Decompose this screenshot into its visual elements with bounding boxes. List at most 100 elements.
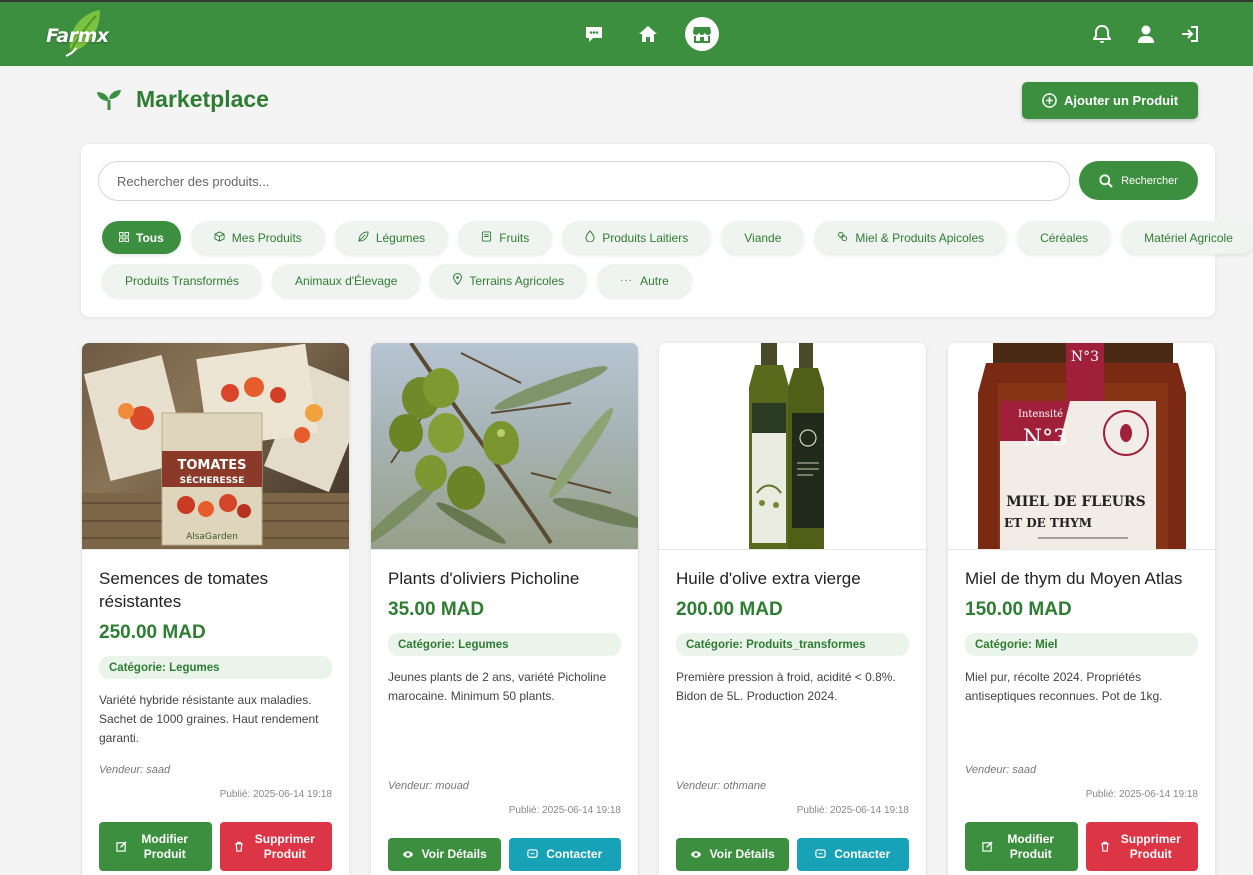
product-description: Variété hybride résistante aux maladies.… (99, 693, 319, 745)
add-product-label: Ajouter un Produit (1063, 93, 1179, 108)
filter-label: Produits Laitiers (602, 230, 689, 245)
filter-label: Produits Transformés (125, 273, 240, 288)
product-name: Huile d'olive extra vierge (676, 569, 861, 588)
published-date: Publié: 2025-06-14 19:18 (508, 805, 621, 816)
farmx-logo[interactable]: Farmx (46, 8, 110, 62)
filter-label: Matériel Agricole (1144, 230, 1233, 245)
filter-label: Tous (136, 230, 164, 245)
olive-branch-image (371, 343, 638, 546)
profile-button[interactable] (1135, 20, 1157, 48)
notifications-button[interactable] (1091, 20, 1113, 48)
edit-product-button[interactable]: Modifier Produit (99, 822, 212, 871)
filter-cereales[interactable]: Céréales (1017, 221, 1112, 254)
product-card-body: Huile d'olive extra vierge 200.00 MAD Ca… (676, 567, 909, 875)
packet-subtitle: SÉCHERESSE (180, 474, 245, 486)
product-card: TOMATES SÉCHERESSE AlsaGarden Semences d… (82, 343, 349, 875)
packet-title: TOMATES (177, 458, 246, 473)
trash-icon (235, 841, 243, 852)
view-details-button[interactable]: Voir Détails (388, 838, 501, 871)
marketplace-nav-button[interactable] (685, 17, 719, 51)
button-label: Contacter (834, 847, 891, 861)
button-label: Supprimer Produit (254, 831, 315, 861)
chat-nav-button[interactable] (577, 17, 611, 51)
published-date: Publié: 2025-06-14 19:18 (1085, 789, 1198, 800)
product-description: Première pression à froid, acidité < 0.8… (676, 670, 896, 703)
packet-brand: AlsaGarden (186, 532, 238, 542)
button-label: Supprimer Produit (1120, 831, 1181, 861)
home-nav-button[interactable] (631, 17, 665, 51)
search-button[interactable]: Rechercher (1079, 161, 1198, 200)
chat-icon (586, 27, 602, 42)
filter-label: Fruits (499, 230, 530, 245)
jar-number-label: N°3 (1023, 426, 1067, 451)
contact-button[interactable]: Contacter (508, 838, 621, 871)
product-card: Huile d'olive extra vierge 200.00 MAD Ca… (659, 343, 926, 875)
search-filter-panel: Rechercher Tous Mes Produits Légumes (81, 144, 1253, 317)
product-card: N°3 Intensité N°3 MIEL DE FLEURS ET DE T… (948, 343, 1215, 875)
filter-label: Légumes (375, 230, 426, 245)
filter-tous[interactable]: Tous (102, 221, 181, 254)
filter-label: Animaux d'Élevage (295, 273, 398, 288)
filter-terrains-agricoles[interactable]: Terrains Agricoles (430, 264, 588, 297)
vendor-name: Vendeur: saad (99, 764, 171, 776)
filter-label: Mes Produits (231, 230, 302, 245)
pin-icon (453, 273, 463, 288)
message-icon (815, 849, 826, 858)
product-image[interactable]: N°3 Intensité N°3 MIEL DE FLEURS ET DE T… (948, 343, 1215, 550)
edit-icon (116, 841, 127, 852)
filter-materiel-agricole[interactable]: Matériel Agricole (1121, 221, 1253, 254)
bell-icon (1093, 24, 1111, 43)
filter-legumes[interactable]: Légumes (334, 221, 449, 254)
filter-miel[interactable]: Miel & Produits Apicoles (814, 221, 1008, 254)
vendor-name: Vendeur: mouad (388, 780, 469, 792)
filter-label: Viande (744, 230, 782, 245)
apple-icon (481, 230, 492, 245)
home-icon (639, 26, 657, 42)
published-date: Publié: 2025-06-14 19:18 (796, 805, 909, 816)
jar-number: N°3 (1071, 349, 1099, 365)
search-input[interactable] (98, 161, 1070, 201)
delete-product-button[interactable]: Supprimer Produit (219, 822, 332, 871)
logout-icon (1182, 26, 1198, 42)
filter-autre[interactable]: ··· Autre (597, 264, 692, 297)
filter-fruits[interactable]: Fruits (458, 221, 553, 254)
search-button-label: Rechercher (1121, 174, 1178, 187)
add-product-button[interactable]: Ajouter un Produit (1022, 82, 1198, 119)
product-card-body: Semences de tomates résistantes 250.00 M… (99, 567, 332, 875)
button-label: Contacter (546, 847, 603, 861)
edit-icon (982, 841, 993, 852)
filter-animaux-elevage[interactable]: Animaux d'Élevage (272, 264, 421, 297)
filter-viande[interactable]: Viande (721, 221, 805, 254)
filter-label: Autre (640, 273, 669, 288)
seedling-icon (97, 89, 121, 110)
search-icon (1099, 173, 1113, 188)
logout-button[interactable] (1179, 20, 1201, 48)
filter-produits-transformes[interactable]: Produits Transformés (102, 264, 263, 297)
contact-button[interactable]: Contacter (796, 838, 909, 871)
filter-mes-produits[interactable]: Mes Produits (190, 221, 325, 254)
product-card: Plants d'oliviers Picholine 35.00 MAD Ca… (371, 343, 638, 875)
product-price: 200.00 MAD (676, 599, 783, 620)
jar-subtitle: ET DE THYM (1004, 516, 1092, 530)
grid-icon (119, 231, 129, 245)
card-actions: Modifier Produit Supprimer Produit (99, 822, 332, 871)
filter-produits-laitiers[interactable]: Produits Laitiers (562, 221, 712, 254)
product-image[interactable] (371, 343, 638, 550)
product-price: 35.00 MAD (388, 599, 485, 620)
published-date: Publié: 2025-06-14 19:18 (219, 789, 332, 800)
product-price: 250.00 MAD (99, 622, 206, 643)
product-image[interactable] (659, 343, 926, 550)
card-actions: Voir Détails Contacter (676, 838, 909, 871)
edit-product-button[interactable]: Modifier Produit (965, 822, 1078, 871)
honey-jar-image: N°3 Intensité N°3 MIEL DE FLEURS ET DE T… (978, 343, 1186, 549)
view-details-button[interactable]: Voir Détails (676, 838, 789, 871)
delete-product-button[interactable]: Supprimer Produit (1085, 822, 1198, 871)
box-icon (214, 230, 225, 245)
product-name: Plants d'oliviers Picholine (388, 569, 580, 588)
page-header: Marketplace (96, 86, 269, 113)
product-image[interactable]: TOMATES SÉCHERESSE AlsaGarden (82, 343, 349, 550)
card-actions: Voir Détails Contacter (388, 838, 621, 871)
jar-title: MIEL DE FLEURS (1006, 494, 1146, 510)
category-badge: Catégorie: Legumes (388, 633, 621, 656)
seed-packets-image: TOMATES SÉCHERESSE AlsaGarden (82, 343, 349, 549)
